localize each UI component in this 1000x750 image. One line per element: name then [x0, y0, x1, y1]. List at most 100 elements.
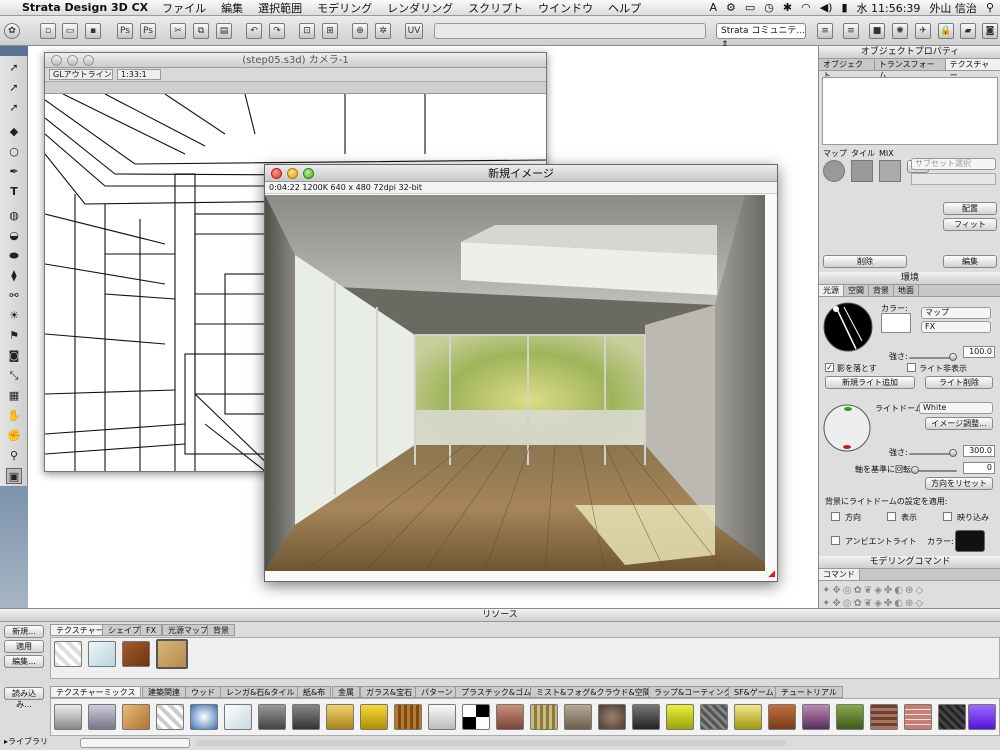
sphere-tool-icon[interactable]: ○: [6, 144, 22, 160]
texture-tool-icon[interactable]: ⚯: [6, 288, 22, 304]
uv-icon[interactable]: UV: [405, 23, 423, 39]
pan-tool-icon[interactable]: ⤡: [6, 368, 22, 384]
camera-tool-icon[interactable]: ◙: [6, 348, 22, 364]
tab-object[interactable]: オブジェクト: [819, 59, 875, 80]
lib-tab-sf-game[interactable]: SF&ゲーム: [728, 686, 780, 698]
tab-space[interactable]: 空間: [844, 285, 869, 296]
tile-icon[interactable]: [851, 160, 873, 182]
object-cube-icon[interactable]: ■: [869, 23, 885, 39]
zoom-button[interactable]: [83, 55, 94, 66]
library-scrollbar[interactable]: [196, 740, 786, 746]
user-name[interactable]: 外山 信治: [929, 0, 977, 16]
library-swatch[interactable]: [462, 704, 490, 730]
add-light-button[interactable]: 新規ライト追加: [825, 376, 915, 389]
zoom-popup[interactable]: 1:33:1: [117, 69, 161, 80]
adobe-icon[interactable]: A: [709, 1, 717, 14]
resize-handle-icon[interactable]: ◢: [768, 569, 775, 579]
menu-rendering[interactable]: レンダリング: [387, 0, 453, 16]
library-swatch[interactable]: [968, 704, 996, 730]
command-icons[interactable]: ✦✥◎✿❦◈✤◐⊛◇ ✦✥◎✿❦◈✤◐⊛◇: [822, 584, 998, 610]
lib-tab-architecture[interactable]: 建築関連: [142, 686, 186, 698]
rotate-input[interactable]: 0: [963, 462, 995, 474]
edit-button[interactable]: 編集: [943, 255, 997, 268]
menu-edit[interactable]: 編集: [221, 0, 243, 16]
library-swatch[interactable]: [734, 704, 762, 730]
library-swatch[interactable]: [326, 704, 354, 730]
menu-app-name[interactable]: Strata Design 3D CX: [22, 1, 148, 14]
light-direction-ball[interactable]: [822, 301, 874, 353]
lib-tab-mix[interactable]: テクスチャーミックス: [50, 686, 142, 698]
library-swatch[interactable]: [122, 704, 150, 730]
spotlight-tool-icon[interactable]: ⚑: [6, 328, 22, 344]
library-swatch[interactable]: [870, 704, 898, 730]
cast-shadow-checkbox[interactable]: ✓: [825, 363, 834, 372]
align-left-icon[interactable]: ≡: [817, 23, 833, 39]
photoshop-layers-icon[interactable]: Ps: [140, 23, 156, 39]
menu-modeling[interactable]: モデリング: [317, 0, 372, 16]
fx-popup[interactable]: FX: [921, 321, 991, 333]
library-swatch[interactable]: [88, 704, 116, 730]
dome-intensity-slider-knob[interactable]: [949, 449, 957, 457]
render-mode-popup[interactable]: GLアウトライン: [49, 69, 113, 80]
map-popup[interactable]: マップ: [921, 307, 991, 319]
text-tool-icon[interactable]: T: [6, 184, 22, 200]
apply-display-checkbox[interactable]: [887, 512, 896, 521]
minimize-button[interactable]: [287, 168, 298, 179]
light-bulb-tool-icon[interactable]: ☀: [6, 308, 22, 324]
save-icon[interactable]: ▪: [85, 23, 101, 39]
edit-resource-button[interactable]: 編集...: [4, 655, 44, 668]
tab-texture[interactable]: テクスチャー: [945, 59, 1000, 80]
library-swatch[interactable]: [700, 704, 728, 730]
wifi-icon[interactable]: ◠: [801, 1, 811, 14]
place-button[interactable]: 配置: [943, 202, 997, 215]
lock-icon[interactable]: 🔒: [938, 23, 954, 39]
mix-icon[interactable]: [879, 160, 901, 182]
texture-swatch-checker[interactable]: [54, 641, 82, 667]
res-tab-background[interactable]: 背景: [207, 624, 235, 636]
library-swatch[interactable]: [428, 704, 456, 730]
align-icon[interactable]: ⊕: [352, 23, 368, 39]
photoshop-export-icon[interactable]: Ps: [117, 23, 133, 39]
copy-icon[interactable]: ⧉: [193, 23, 209, 39]
cut-icon[interactable]: ✂: [170, 23, 186, 39]
cube-tool-icon[interactable]: ◆: [6, 124, 22, 140]
bluetooth-icon[interactable]: ✱: [783, 1, 792, 14]
redo-icon[interactable]: ↷: [269, 23, 285, 39]
lib-tab-mist[interactable]: ミスト&フォグ&クラウド&空間: [530, 686, 657, 698]
volume-icon[interactable]: ◀): [820, 1, 833, 14]
tab-command[interactable]: コマンド: [819, 569, 860, 580]
object-properties-title[interactable]: オブジェクトプロパティ: [819, 46, 1000, 59]
fit-button[interactable]: フィット: [943, 218, 997, 231]
gear-icon[interactable]: ⚙: [726, 1, 736, 14]
texture-swatch-glass[interactable]: [88, 641, 116, 667]
intensity-slider-knob[interactable]: [949, 353, 957, 361]
frame-icon[interactable]: ⊡: [299, 23, 315, 39]
lib-tab-wrap[interactable]: ラップ&コーティング: [648, 686, 738, 698]
menu-selection[interactable]: 選択範囲: [258, 0, 302, 16]
menu-help[interactable]: ヘルプ: [608, 0, 641, 16]
lib-tab-pattern[interactable]: パターン: [415, 686, 459, 698]
modeling-commands-title[interactable]: モデリングコマンド: [819, 556, 1000, 569]
camera-window-titlebar[interactable]: (step05.s3d) カメラ-1: [45, 53, 546, 68]
lib-tab-glass[interactable]: ガラス&宝石: [360, 686, 419, 698]
camera-icon[interactable]: ◙: [982, 23, 998, 39]
library-swatch[interactable]: [394, 704, 422, 730]
surface-select-popup[interactable]: サブセット選択: [911, 158, 996, 170]
texture-list[interactable]: [822, 77, 998, 145]
light-dome-popup[interactable]: White: [919, 402, 993, 414]
library-swatch[interactable]: [190, 704, 218, 730]
new-resource-button[interactable]: 新規...: [4, 625, 44, 638]
tab-transform[interactable]: トランスフォーム: [875, 59, 946, 80]
menu-file[interactable]: ファイル: [162, 0, 206, 16]
menu-script[interactable]: スクリプト: [468, 0, 523, 16]
render-window[interactable]: 新規イメージ 0:04:22 1200K 640 x 480 72dpi 32-…: [264, 164, 778, 582]
clock[interactable]: 水 11:56:39: [857, 0, 921, 16]
hide-light-checkbox[interactable]: [907, 363, 916, 372]
library-swatch[interactable]: [564, 704, 592, 730]
lib-tab-tutorial[interactable]: チュートリアル: [775, 686, 843, 698]
lib-tab-paper[interactable]: 紙&布: [297, 686, 332, 698]
zoom-tool-icon[interactable]: ⚲: [6, 448, 22, 464]
ambient-light-checkbox[interactable]: [831, 536, 840, 545]
align-center-icon[interactable]: ≡: [843, 23, 859, 39]
map-sphere-icon[interactable]: [823, 160, 845, 182]
